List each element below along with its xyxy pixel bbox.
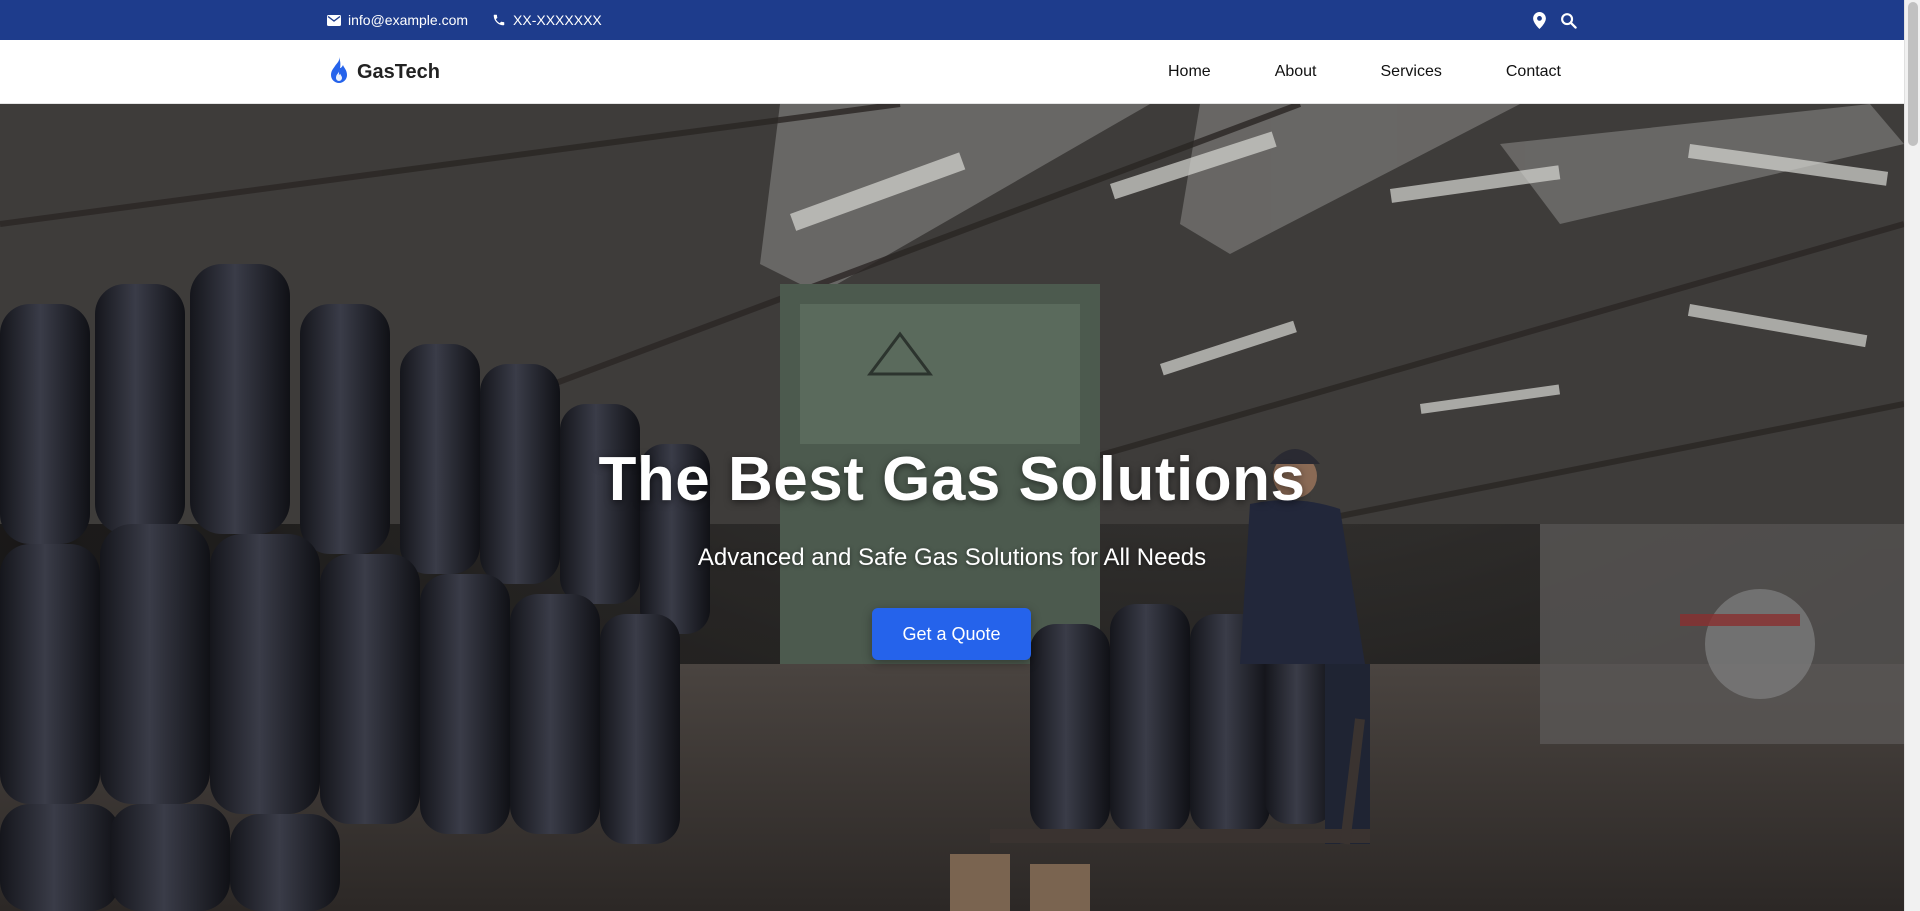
map-pin-icon[interactable] xyxy=(1533,11,1546,29)
nav-contact[interactable]: Contact xyxy=(1506,63,1561,81)
envelope-icon xyxy=(327,14,341,26)
flame-icon xyxy=(327,56,351,88)
nav-services[interactable]: Services xyxy=(1381,63,1442,81)
get-quote-button[interactable]: Get a Quote xyxy=(872,608,1031,660)
contact-info: info@example.com XX-XXXXXXX xyxy=(327,12,602,28)
search-icon[interactable] xyxy=(1560,12,1577,29)
page-scrollbar[interactable] xyxy=(1904,0,1920,911)
email-text: info@example.com xyxy=(348,12,469,28)
top-icons xyxy=(1533,11,1577,29)
brand-name: GasTech xyxy=(357,60,440,83)
main-navbar: GasTech Home About Services Contact xyxy=(0,40,1904,104)
hero-section: The Best Gas Solutions Advanced and Safe… xyxy=(0,104,1904,911)
brand-logo[interactable]: GasTech xyxy=(327,56,440,88)
phone-icon xyxy=(492,13,506,27)
nav-home[interactable]: Home xyxy=(1168,63,1211,81)
top-info-bar: info@example.com XX-XXXXXXX xyxy=(0,0,1904,40)
nav-about[interactable]: About xyxy=(1275,63,1317,81)
hero-content: The Best Gas Solutions Advanced and Safe… xyxy=(0,104,1904,911)
hero-title: The Best Gas Solutions xyxy=(598,445,1306,514)
scrollbar-thumb[interactable] xyxy=(1908,2,1918,146)
nav-links: Home About Services Contact xyxy=(1168,63,1561,81)
email-contact[interactable]: info@example.com xyxy=(327,12,468,28)
hero-subtitle: Advanced and Safe Gas Solutions for All … xyxy=(697,544,1207,571)
phone-text: XX-XXXXXXX xyxy=(513,12,602,28)
phone-contact[interactable]: XX-XXXXXXX xyxy=(492,12,602,28)
